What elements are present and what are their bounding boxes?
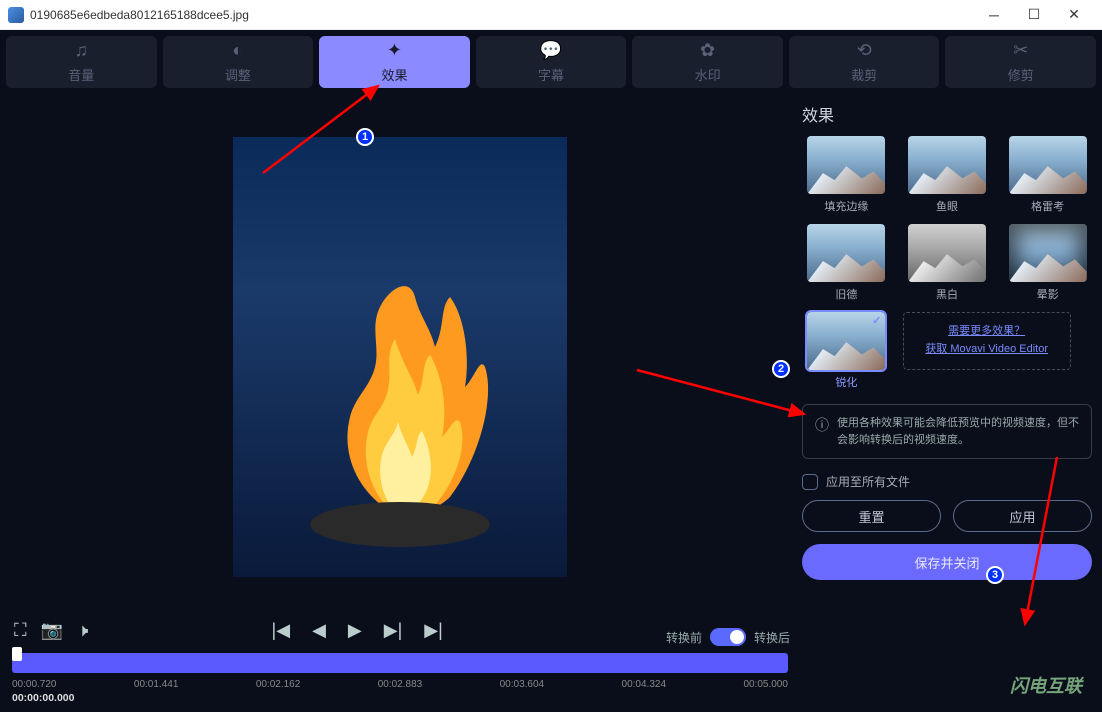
effect-old[interactable]: 旧德 [802, 224, 891, 302]
tick: 00:00.720 [12, 679, 57, 690]
preview-image [233, 137, 567, 577]
timeline: 00:00.720 00:01.441 00:02.162 00:02.883 … [10, 649, 790, 706]
effect-label: 填充边缘 [824, 198, 868, 214]
tab-label: 水印 [695, 65, 721, 84]
effect-bw[interactable]: 黑白 [903, 224, 992, 302]
fire-graphic [300, 257, 500, 517]
notice-text: 使用各种效果可能会降低预览中的视频速度，但不会影响转换后的视频速度。 [837, 415, 1079, 448]
step-fwd-button[interactable]: ▶| [384, 620, 403, 641]
window-title: 0190685e6edbeda8012165188dcee5.jpg [30, 8, 249, 22]
tab-label: 字幕 [538, 65, 564, 84]
app-icon [8, 7, 24, 23]
effect-label: 晕影 [1037, 286, 1059, 302]
save-close-button[interactable]: 保存并关闭 [802, 544, 1092, 580]
crop-icon: ⟲ [857, 40, 872, 61]
tick: 00:02.162 [256, 679, 301, 690]
tick: 00:02.883 [378, 679, 423, 690]
timeline-handle[interactable] [12, 647, 22, 661]
effect-greco[interactable]: 格雷考 [1003, 136, 1092, 214]
effect-sharpen[interactable]: 锐化 [802, 312, 891, 390]
tool-tabs: ♫ 音量 ◐ 调整 ✦ 效果 💬 字幕 ✿ 水印 ⟲ 裁剪 ✂ 修剪 [0, 30, 1102, 94]
effect-label: 鱼眼 [936, 198, 958, 214]
titlebar: 0190685e6edbeda8012165188dcee5.jpg ─ ☐ ✕ [0, 0, 1102, 30]
more-effects-link[interactable]: 需要更多效果？ 获取 Movavi Video Editor [903, 312, 1071, 370]
pot-graphic [310, 502, 490, 547]
skip-end-button[interactable]: ▶| [424, 620, 443, 641]
tab-label: 修剪 [1008, 65, 1034, 84]
tab-label: 音量 [68, 65, 94, 84]
tick: 00:01.441 [134, 679, 179, 690]
toggle-after-label: 转换后 [754, 629, 790, 646]
snapshot-button[interactable]: 📷 [41, 620, 63, 641]
apply-all-row: 应用至所有文件 [802, 473, 1092, 490]
music-icon: ♫ [75, 40, 89, 61]
toggle-before-label: 转换前 [666, 629, 702, 646]
annotation-marker-3: 3 [986, 566, 1004, 584]
performance-notice: ⓘ 使用各种效果可能会降低预览中的视频速度，但不会影响转换后的视频速度。 [802, 404, 1092, 459]
close-button[interactable]: ✕ [1054, 1, 1094, 29]
effects-grid: 填充边缘 鱼眼 格雷考 旧德 黑白 晕影 锐化 需要更多效果？ 获取 Movav… [802, 136, 1092, 390]
minimize-button[interactable]: ─ [974, 1, 1014, 29]
scissors-icon: ✂ [1013, 40, 1028, 61]
maximize-button[interactable]: ☐ [1014, 1, 1054, 29]
mute-button[interactable]: 🕨 [77, 620, 88, 641]
annotation-marker-2: 2 [772, 360, 790, 378]
info-icon: ⓘ [815, 415, 829, 448]
annotation-marker-1: 1 [356, 128, 374, 146]
stamp-icon: ✿ [700, 40, 715, 61]
effect-label: 锐化 [835, 374, 857, 390]
timeline-ticks: 00:00.720 00:01.441 00:02.162 00:02.883 … [12, 679, 788, 690]
tick: 00:03.604 [500, 679, 545, 690]
current-time: 00:00:00.000 [12, 692, 788, 704]
tick: 00:05.000 [743, 679, 788, 690]
more-effects-line2: 获取 Movavi Video Editor [925, 341, 1048, 359]
contrast-icon: ◐ [232, 40, 243, 61]
preview-pane: 转换前 转换后 ⛶ 📷 🕨 |◀ ◀ ▶ ▶| ▶| [10, 102, 790, 706]
tab-label: 裁剪 [851, 65, 877, 84]
tab-effects[interactable]: ✦ 效果 [319, 36, 470, 88]
play-button[interactable]: ▶ [348, 620, 362, 641]
step-back-button[interactable]: ◀ [312, 620, 326, 641]
effect-label: 格雷考 [1031, 198, 1064, 214]
tab-label: 效果 [381, 65, 407, 84]
wand-icon: ✦ [387, 40, 402, 61]
more-effects-line1: 需要更多效果？ [948, 323, 1025, 341]
apply-all-checkbox[interactable] [802, 474, 818, 490]
effect-vignette[interactable]: 晕影 [1003, 224, 1092, 302]
panel-title: 效果 [802, 102, 1092, 126]
before-after-toggle[interactable] [710, 628, 746, 646]
effect-label: 黑白 [936, 286, 958, 302]
effects-panel: 效果 填充边缘 鱼眼 格雷考 旧德 黑白 晕影 锐化 需要更多效果？ 获取 Mo… [802, 102, 1092, 706]
tab-label: 调整 [225, 65, 251, 84]
preview-area: 转换前 转换后 [10, 102, 790, 612]
reset-button[interactable]: 重置 [802, 500, 941, 532]
tab-trim[interactable]: ✂ 修剪 [945, 36, 1096, 88]
fullscreen-button[interactable]: ⛶ [14, 620, 27, 641]
tab-crop[interactable]: ⟲ 裁剪 [789, 36, 940, 88]
skip-start-button[interactable]: |◀ [272, 620, 291, 641]
tab-subtitle[interactable]: 💬 字幕 [476, 36, 627, 88]
tab-watermark[interactable]: ✿ 水印 [632, 36, 783, 88]
tab-adjust[interactable]: ◐ 调整 [163, 36, 314, 88]
effect-fill[interactable]: 填充边缘 [802, 136, 891, 214]
app-body: ♫ 音量 ◐ 调整 ✦ 效果 💬 字幕 ✿ 水印 ⟲ 裁剪 ✂ 修剪 转换前 [0, 30, 1102, 712]
effect-label: 旧德 [835, 286, 857, 302]
tick: 00:04.324 [622, 679, 667, 690]
effect-fisheye[interactable]: 鱼眼 [903, 136, 992, 214]
tab-volume[interactable]: ♫ 音量 [6, 36, 157, 88]
apply-button[interactable]: 应用 [953, 500, 1092, 532]
timeline-track[interactable] [12, 653, 788, 673]
apply-all-label: 应用至所有文件 [826, 473, 910, 490]
subtitle-icon: 💬 [540, 40, 562, 61]
